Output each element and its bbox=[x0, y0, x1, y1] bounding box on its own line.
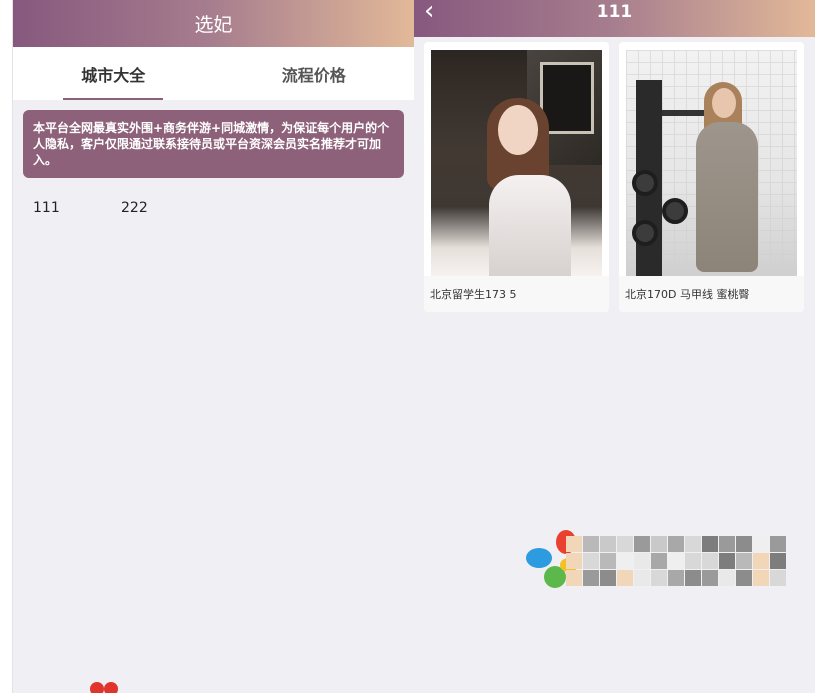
city-list: 111 222 bbox=[13, 178, 414, 216]
left-header: 选妃 bbox=[13, 0, 414, 47]
tab-bar: 城市大全 流程价格 bbox=[13, 47, 414, 100]
notice-banner: 本平台全网最真实外围+商务伴游+同城激情，为保证每个用户的个人隐私，客户仅限通过… bbox=[23, 110, 404, 178]
tab-city-list[interactable]: 城市大全 bbox=[13, 47, 214, 100]
app-root: 选妃 城市大全 流程价格 本平台全网最真实外围+商务伴游+同城激情，为保证每个用… bbox=[0, 0, 819, 693]
card-grid: 北京留学生173 5 北京170D 马甲线 蜜桃臀 bbox=[414, 37, 815, 312]
profile-photo bbox=[431, 50, 602, 276]
tab-process-price[interactable]: 流程价格 bbox=[214, 47, 415, 100]
profile-card[interactable]: 北京留学生173 5 bbox=[424, 42, 609, 312]
city-panel: 选妃 城市大全 流程价格 本平台全网最真实外围+商务伴游+同城激情，为保证每个用… bbox=[12, 0, 414, 693]
bottom-logo bbox=[88, 680, 288, 693]
profile-card[interactable]: 北京170D 马甲线 蜜桃臀 bbox=[619, 42, 804, 312]
right-header: ‹ 111 bbox=[414, 0, 815, 37]
left-header-title: 选妃 bbox=[194, 14, 233, 36]
city-item[interactable]: 222 bbox=[121, 200, 209, 216]
profile-caption: 北京170D 马甲线 蜜桃臀 bbox=[619, 276, 804, 312]
right-header-title: 111 bbox=[596, 1, 633, 22]
watermark bbox=[526, 530, 816, 600]
city-item[interactable]: 111 bbox=[33, 200, 121, 216]
profile-caption: 北京留学生173 5 bbox=[424, 276, 609, 312]
chevron-left-icon[interactable]: ‹ bbox=[424, 0, 434, 24]
watermark-pixels bbox=[566, 536, 786, 586]
profile-photo bbox=[626, 50, 797, 276]
logo-icon bbox=[88, 680, 122, 693]
